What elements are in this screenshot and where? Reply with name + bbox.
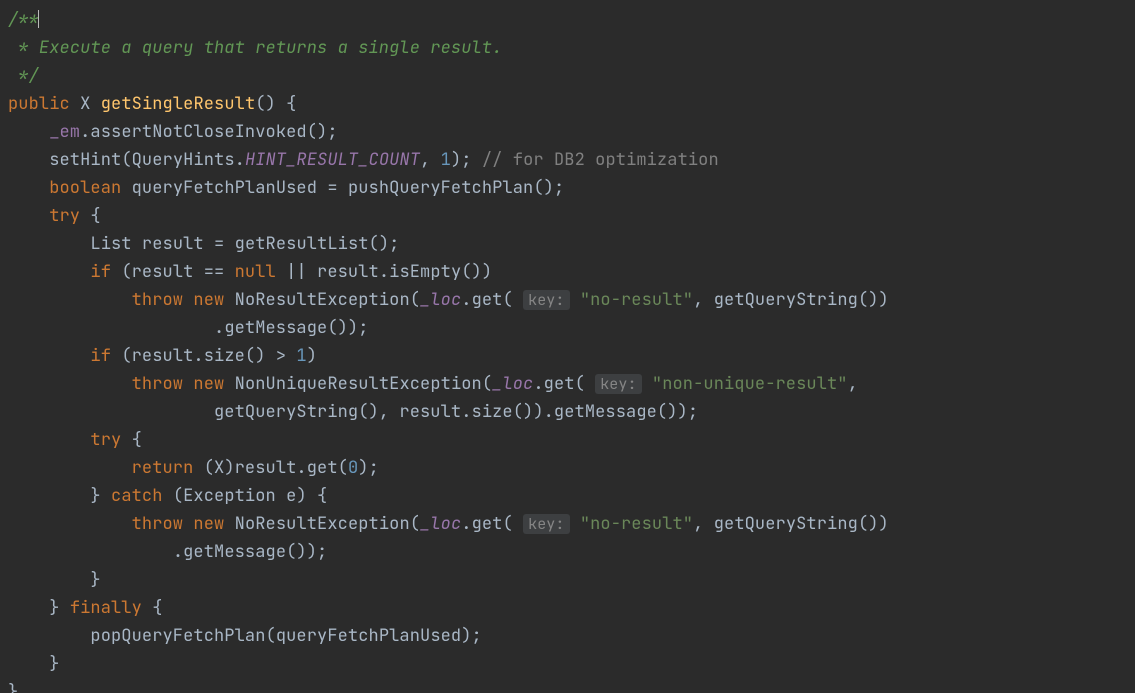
javadoc-open: /** [8, 9, 39, 31]
literal-1: 1 [441, 149, 451, 171]
kw-try: try [49, 205, 80, 227]
call-setHint: setHint [49, 149, 121, 171]
kw-catch: catch [111, 485, 163, 507]
call-pushQueryFetchPlan: pushQueryFetchPlan [348, 177, 533, 199]
call-get-idx: get [307, 457, 338, 479]
kw-new-3: new [193, 513, 224, 535]
call-getResultList: getResultList [235, 233, 369, 255]
call-getMessage-3: getMessage [183, 541, 286, 563]
call-isEmpty: isEmpty [389, 261, 461, 283]
class-Exception: Exception [183, 485, 276, 507]
var-e: e [286, 485, 296, 507]
kw-null: null [235, 261, 276, 283]
kw-boolean: boolean [49, 177, 121, 199]
kw-new-2: new [193, 373, 224, 395]
call-getMessage-2: getMessage [554, 401, 657, 423]
str-non-unique: "non-unique-result" [652, 373, 848, 395]
class-QueryHints: QueryHints [132, 149, 235, 171]
str-no-result-2: "no-result" [580, 513, 693, 535]
param-hint-key-3: key: [523, 514, 569, 534]
call-popQueryFetchPlan: popQueryFetchPlan [90, 625, 265, 647]
field-loc-2: _loc [492, 373, 533, 395]
field-loc-3: _loc [420, 513, 461, 535]
call-assertNotCloseInvoked: assertNotCloseInvoked [90, 121, 306, 143]
kw-throw-3: throw [132, 513, 184, 535]
kw-try-2: try [90, 429, 121, 451]
class-NonUniqueResultException: NonUniqueResultException [235, 373, 482, 395]
call-getQueryString-3: getQueryString [714, 513, 858, 535]
const-HINT_RESULT_COUNT: HINT_RESULT_COUNT [245, 149, 420, 171]
class-List: List [90, 233, 131, 255]
text-cursor [38, 10, 39, 28]
kw-finally: finally [70, 597, 142, 619]
var-queryFetchPlanUsed: queryFetchPlanUsed [132, 177, 317, 199]
javadoc-close: */ [8, 65, 39, 87]
param-hint-key-2: key: [595, 374, 641, 394]
kw-public: public [8, 93, 70, 115]
call-getQueryString-2: getQueryString [214, 401, 358, 423]
line-comment-db2: // for DB2 optimization [482, 149, 719, 171]
call-get-3: get [472, 513, 503, 535]
call-size: size [204, 345, 245, 367]
code-editor[interactable]: /** * Execute a query that returns a sin… [0, 0, 1135, 693]
str-no-result: "no-result" [580, 289, 693, 311]
kw-if-2: if [90, 345, 111, 367]
literal-1b: 1 [296, 345, 306, 367]
param-hint-key: key: [523, 290, 569, 310]
literal-0: 0 [348, 457, 358, 479]
call-size-2: size [472, 401, 513, 423]
class-NoResultException: NoResultException [235, 289, 410, 311]
call-getQueryString: getQueryString [714, 289, 858, 311]
javadoc-line: * Execute a query that returns a single … [8, 37, 502, 59]
kw-throw-2: throw [132, 373, 184, 395]
kw-if: if [90, 261, 111, 283]
method-decl: getSingleResult [101, 93, 256, 115]
kw-throw: throw [132, 289, 184, 311]
call-get: get [472, 289, 503, 311]
kw-return: return [132, 457, 194, 479]
class-NoResultException-2: NoResultException [235, 513, 410, 535]
kw-new: new [193, 289, 224, 311]
var-result: result [142, 233, 204, 255]
call-get-2: get [544, 373, 575, 395]
field-loc: _loc [420, 289, 461, 311]
call-getMessage: getMessage [224, 317, 327, 339]
type-generic: X [80, 93, 90, 115]
field-em: _em [49, 121, 80, 143]
